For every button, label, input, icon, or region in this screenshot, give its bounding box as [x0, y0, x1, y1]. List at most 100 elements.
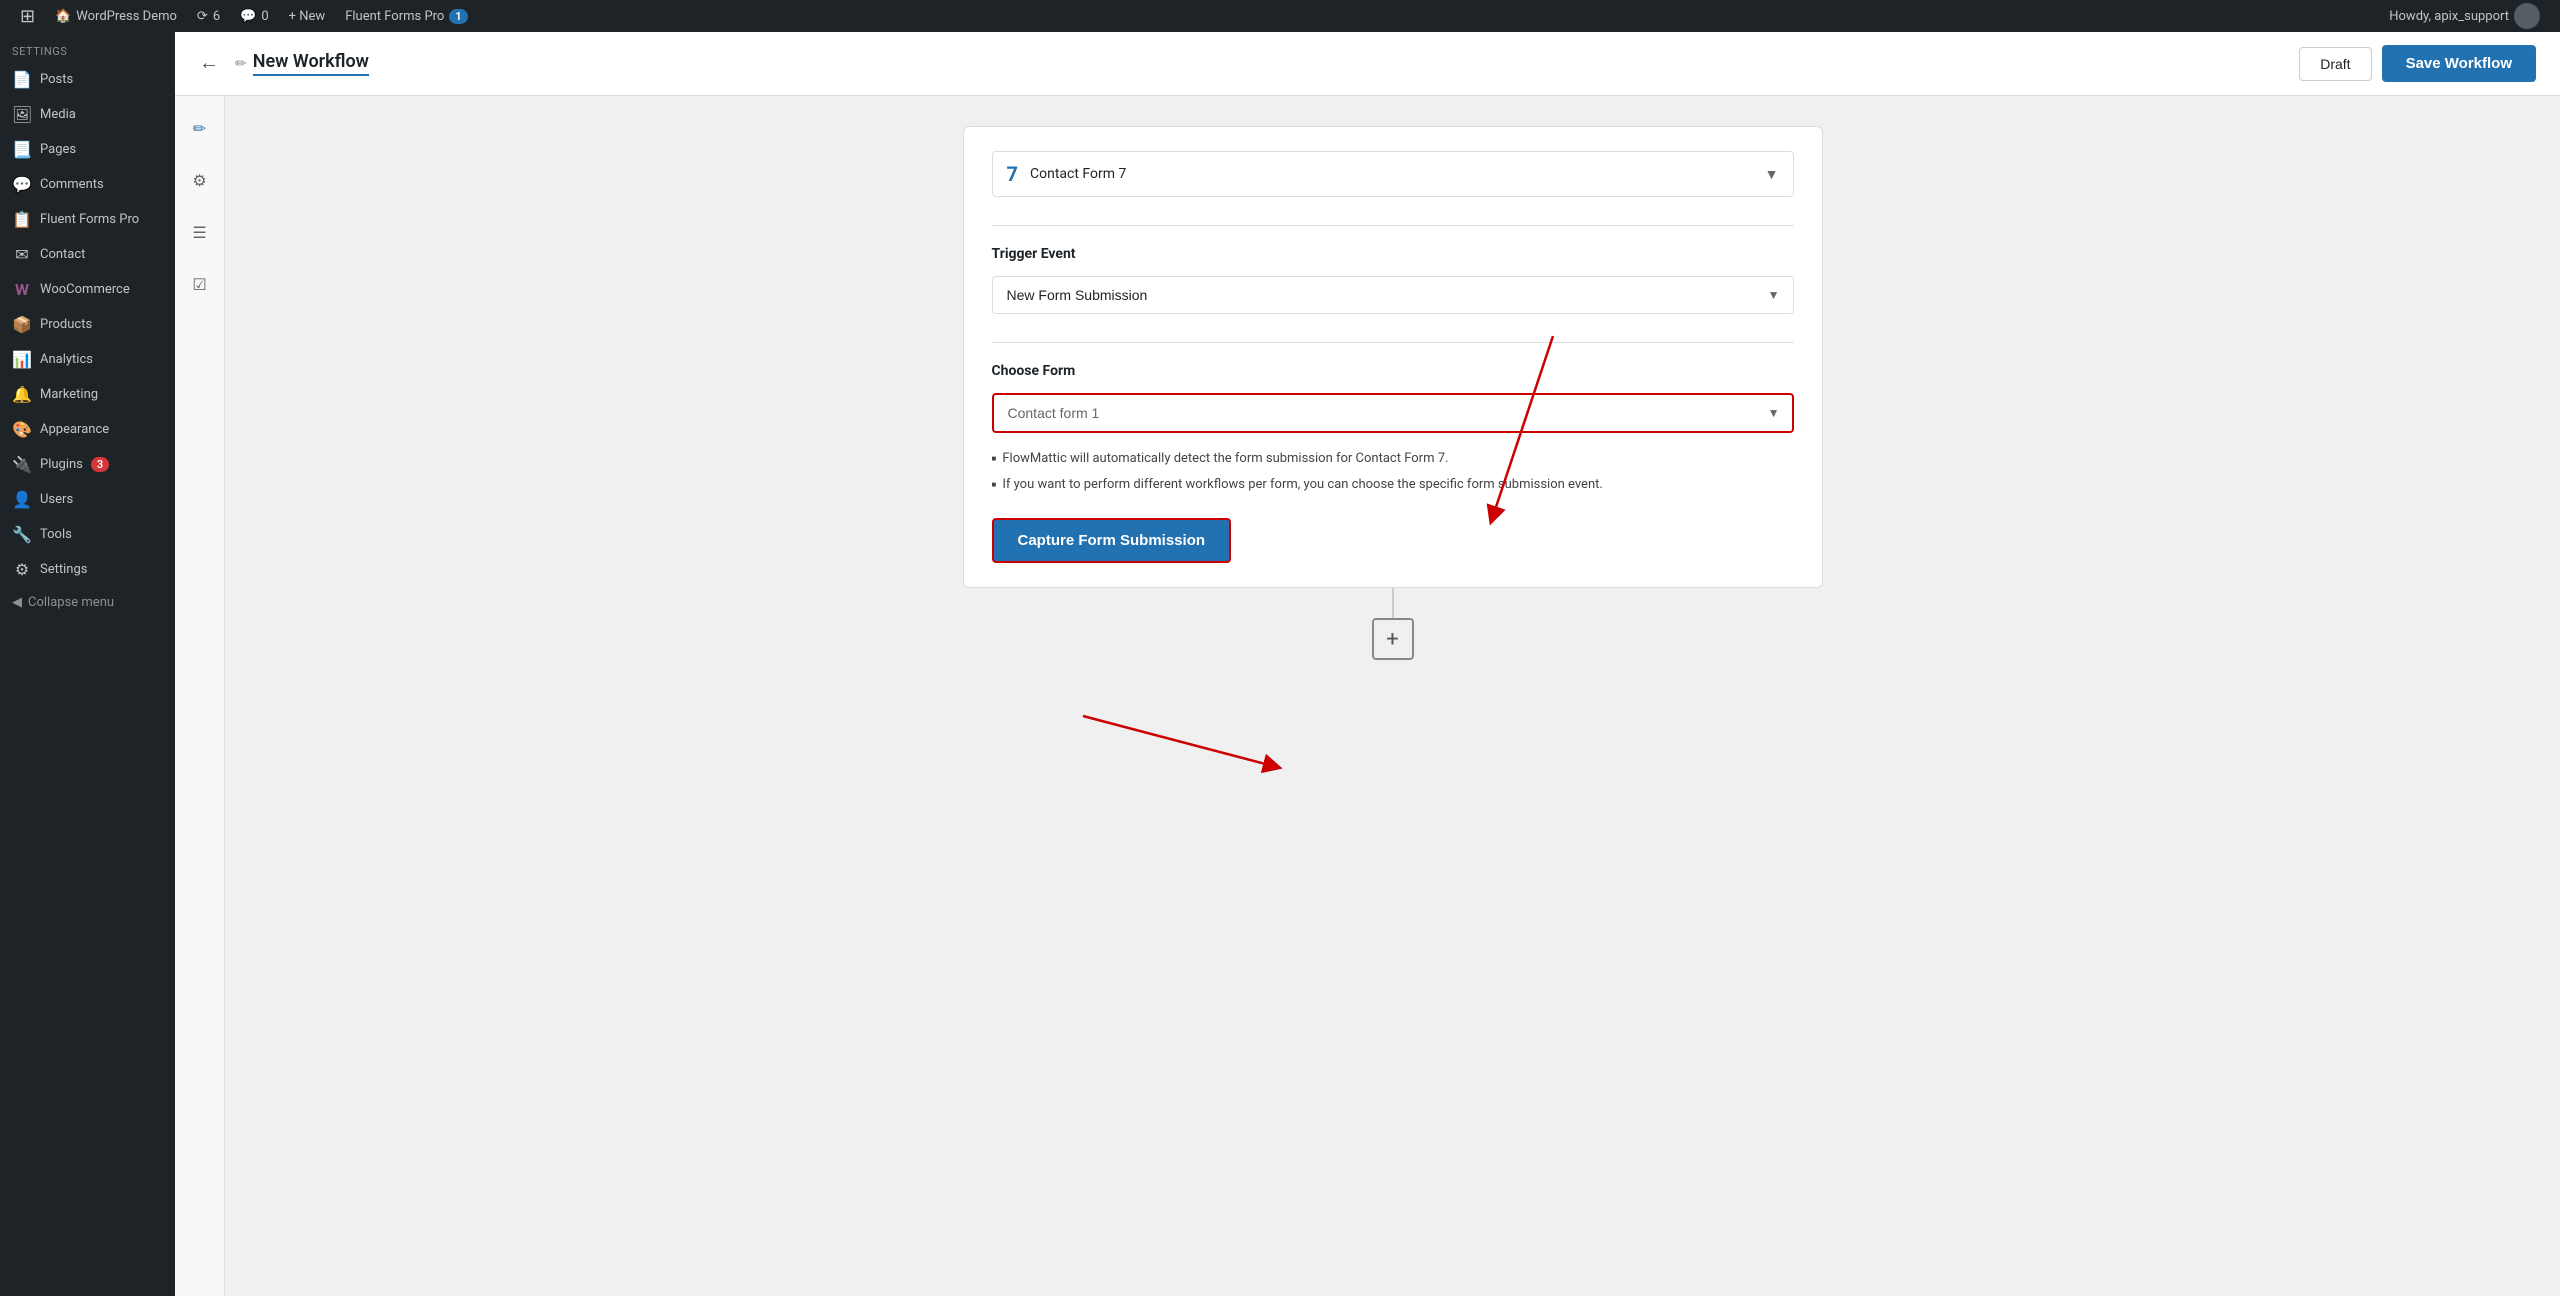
- tools-icon: 🔧: [12, 525, 32, 544]
- divider: [992, 225, 1794, 226]
- list-tool-icon: ☰: [192, 223, 206, 242]
- workflow-title-area: ✏ New Workflow: [235, 51, 2283, 76]
- sidebar-item-fluent-forms[interactable]: 📋 Fluent Forms Pro: [0, 202, 175, 237]
- plugin-name[interactable]: Fluent Forms Pro 1: [335, 0, 477, 32]
- collapse-menu[interactable]: ◀ Collapse menu: [0, 587, 175, 618]
- add-step-button[interactable]: +: [1372, 618, 1414, 660]
- divider2: [992, 342, 1794, 343]
- choose-form-label: Choose Form: [992, 363, 1794, 379]
- comments-sidebar-icon: 💬: [12, 175, 32, 194]
- form-select-row[interactable]: 7 Contact Form 7 ▼: [992, 151, 1794, 197]
- woocommerce-icon: W: [12, 280, 32, 299]
- edit-tool[interactable]: ✏: [184, 112, 216, 144]
- sidebar-item-pages[interactable]: 📃 Pages: [0, 132, 175, 167]
- choose-form-section: Choose Form Contact form 1 Contact form …: [992, 363, 1794, 563]
- list-tool[interactable]: ☰: [184, 216, 216, 248]
- trigger-section-label: Trigger Event: [992, 246, 1794, 262]
- save-workflow-button[interactable]: Save Workflow: [2382, 45, 2536, 82]
- sidebar-item-marketing[interactable]: 🔔 Marketing: [0, 377, 175, 412]
- selected-form-label: Contact Form 7: [1030, 166, 1753, 182]
- sidebar-item-woocommerce[interactable]: W WooCommerce: [0, 272, 175, 307]
- connector-line: [1392, 588, 1394, 618]
- wp-logo[interactable]: ⊞: [10, 0, 45, 32]
- form-dropdown-arrow[interactable]: ▼: [1765, 166, 1779, 183]
- main-content: ← ✏ New Workflow Draft Save Workflow ✏ ⚙: [175, 32, 2560, 1296]
- sidebar-item-tools[interactable]: 🔧 Tools: [0, 517, 175, 552]
- howdy-item[interactable]: Howdy, apix_support: [2379, 0, 2550, 32]
- wp-icon: ⊞: [20, 6, 35, 27]
- marketing-icon: 🔔: [12, 385, 32, 404]
- tool-panel: ✏ ⚙ ☰ ☑: [175, 96, 225, 1296]
- canvas-content: 7 Contact Form 7 ▼ Trigger Event New For…: [963, 126, 1823, 660]
- sidebar-section-label: Settings: [0, 37, 175, 62]
- canvas: 7 Contact Form 7 ▼ Trigger Event New For…: [225, 96, 2560, 1296]
- workflow-title: New Workflow: [253, 51, 369, 76]
- sidebar-item-media[interactable]: 🖼 Media: [0, 97, 175, 132]
- media-icon: 🖼: [12, 105, 32, 124]
- add-step-icon: +: [1386, 627, 1398, 652]
- sidebar-item-label: Appearance: [40, 422, 109, 437]
- plugin-badge: 1: [449, 9, 467, 24]
- products-icon: 📦: [12, 315, 32, 334]
- form-number-icon: 7: [1007, 162, 1018, 186]
- avatar: [2514, 3, 2540, 29]
- settings-tool-icon: ⚙: [192, 171, 206, 190]
- workflow-header: ← ✏ New Workflow Draft Save Workflow: [175, 32, 2560, 96]
- workflow-card: 7 Contact Form 7 ▼ Trigger Event New For…: [963, 126, 1823, 588]
- edit-title-icon: ✏: [235, 56, 247, 72]
- check-tool[interactable]: ☑: [184, 268, 216, 300]
- workflow-body: ✏ ⚙ ☰ ☑: [175, 96, 2560, 1296]
- admin-bar: ⊞ 🏠 WordPress Demo ⟳ 6 💬 0 + New Fluent …: [0, 0, 2560, 32]
- sidebar-item-label: Fluent Forms Pro: [40, 212, 139, 227]
- sidebar-item-label: Media: [40, 107, 76, 122]
- trigger-event-select[interactable]: New Form Submission Form Updated Form De…: [992, 276, 1794, 314]
- adminbar-right: Howdy, apix_support: [2379, 0, 2550, 32]
- fluent-forms-icon: 📋: [12, 210, 32, 229]
- header-actions: Draft Save Workflow: [2299, 45, 2536, 82]
- comments-icon: 💬: [240, 9, 256, 24]
- appearance-icon: 🎨: [12, 420, 32, 439]
- info-item-1: FlowMattic will automatically detect the…: [992, 449, 1794, 469]
- sidebar-item-appearance[interactable]: 🎨 Appearance: [0, 412, 175, 447]
- sidebar-item-posts[interactable]: 📄 Posts: [0, 62, 175, 97]
- sidebar-item-label: Settings: [40, 562, 87, 577]
- sync-icon: ⟳: [197, 9, 208, 24]
- settings-tool[interactable]: ⚙: [184, 164, 216, 196]
- sidebar-item-settings[interactable]: ⚙ Settings: [0, 552, 175, 587]
- collapse-icon: ◀: [12, 595, 22, 610]
- comments-item[interactable]: 💬 0: [230, 0, 279, 32]
- site-name[interactable]: 🏠 WordPress Demo: [45, 0, 187, 32]
- draft-button[interactable]: Draft: [2299, 47, 2371, 81]
- sidebar-item-label: Users: [40, 492, 73, 507]
- choose-form-select-wrapper: Contact form 1 Contact form 2 Contact fo…: [992, 393, 1794, 433]
- back-button[interactable]: ←: [199, 52, 219, 75]
- layout: Settings 📄 Posts 🖼 Media 📃 Pages 💬 Comme…: [0, 32, 2560, 1296]
- sidebar: Settings 📄 Posts 🖼 Media 📃 Pages 💬 Comme…: [0, 32, 175, 1296]
- sidebar-item-label: Products: [40, 317, 92, 332]
- settings-icon: ⚙: [12, 560, 32, 579]
- check-tool-icon: ☑: [192, 275, 206, 294]
- users-icon: 👤: [12, 490, 32, 509]
- sidebar-item-label: Analytics: [40, 352, 93, 367]
- sidebar-item-comments[interactable]: 💬 Comments: [0, 167, 175, 202]
- sidebar-item-label: Marketing: [40, 387, 98, 402]
- sync-item[interactable]: ⟳ 6: [187, 0, 230, 32]
- contact-icon: ✉: [12, 245, 32, 264]
- back-icon: ←: [199, 52, 219, 75]
- sidebar-item-label: Pages: [40, 142, 76, 157]
- sidebar-item-contact[interactable]: ✉ Contact: [0, 237, 175, 272]
- sidebar-item-products[interactable]: 📦 Products: [0, 307, 175, 342]
- trigger-select-wrapper: New Form Submission Form Updated Form De…: [992, 276, 1794, 314]
- sidebar-item-plugins[interactable]: 🔌 Plugins 3: [0, 447, 175, 482]
- choose-form-select[interactable]: Contact form 1 Contact form 2 Contact fo…: [992, 393, 1794, 433]
- analytics-icon: 📊: [12, 350, 32, 369]
- sidebar-item-label: Posts: [40, 72, 73, 87]
- sidebar-item-analytics[interactable]: 📊 Analytics: [0, 342, 175, 377]
- sidebar-item-label: Tools: [40, 527, 72, 542]
- edit-tool-icon: ✏: [193, 119, 206, 138]
- sidebar-item-users[interactable]: 👤 Users: [0, 482, 175, 517]
- posts-icon: 📄: [12, 70, 32, 89]
- new-item[interactable]: + New: [279, 0, 336, 32]
- capture-form-submission-button[interactable]: Capture Form Submission: [992, 518, 1232, 563]
- info-list: FlowMattic will automatically detect the…: [992, 449, 1794, 494]
